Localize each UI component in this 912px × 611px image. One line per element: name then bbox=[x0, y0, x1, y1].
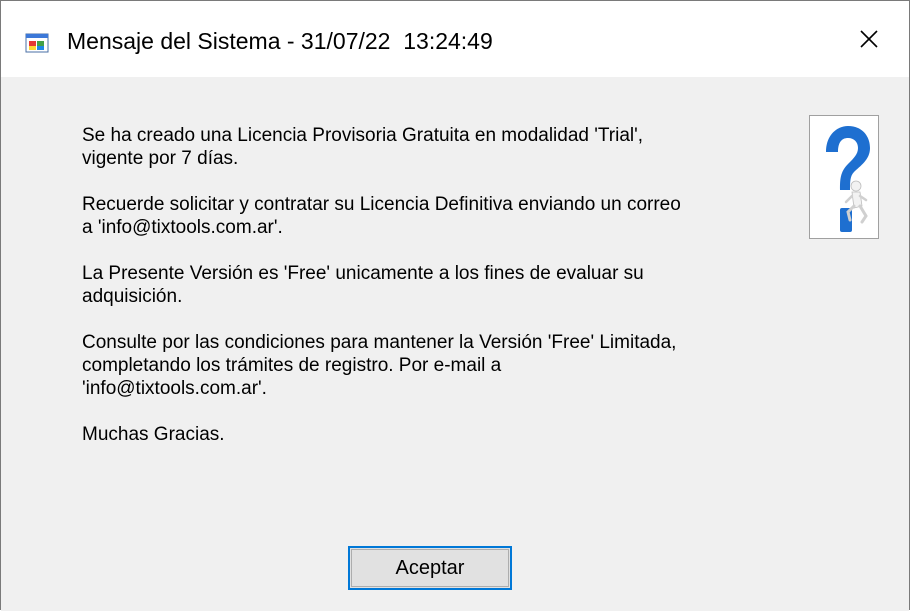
message-text: Se ha creado una Licencia Provisoria Gra… bbox=[82, 124, 782, 469]
message-paragraph-license: Recuerde solicitar y contratar su Licenc… bbox=[82, 194, 681, 238]
windows-app-icon bbox=[25, 31, 49, 55]
window-title: Mensaje del Sistema - 31/07/22 13:24:49 bbox=[67, 28, 493, 54]
message-paragraph-trial: Se ha creado una Licencia Provisoria Gra… bbox=[82, 125, 644, 169]
accept-button-label: Aceptar bbox=[351, 549, 509, 587]
message-paragraph-thanks: Muchas Gracias. bbox=[82, 424, 225, 445]
close-icon bbox=[859, 29, 879, 49]
close-button[interactable] bbox=[829, 1, 909, 77]
dialog-window: Mensaje del Sistema - 31/07/22 13:24:49 … bbox=[0, 0, 910, 611]
dialog-content: Se ha creado una Licencia Provisoria Gra… bbox=[1, 77, 909, 611]
message-paragraph-free-version: La Presente Versión es 'Free' unicamente… bbox=[82, 263, 644, 307]
message-paragraph-registration: Consulte por las condiciones para manten… bbox=[82, 332, 677, 399]
title-bar[interactable]: Mensaje del Sistema - 31/07/22 13:24:49 bbox=[1, 1, 909, 77]
question-mark-figure-icon bbox=[809, 115, 879, 239]
accept-button[interactable]: Aceptar bbox=[348, 546, 512, 590]
